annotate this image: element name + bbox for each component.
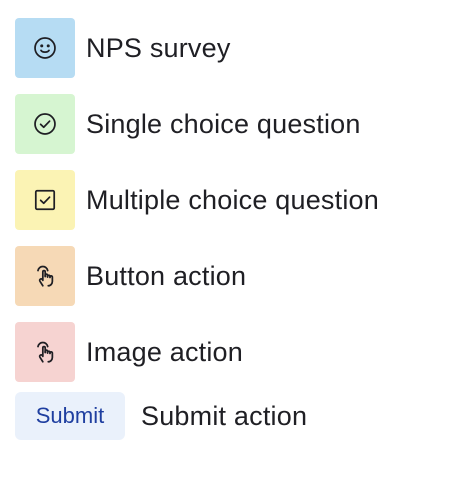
item-nps-survey[interactable]: NPS survey: [15, 18, 445, 78]
item-label: Multiple choice question: [86, 184, 379, 215]
image-action-icon-tile: [15, 322, 75, 382]
item-single-choice-question[interactable]: Single choice question: [15, 94, 445, 154]
item-label: NPS survey: [86, 32, 231, 63]
item-label: Image action: [86, 336, 243, 367]
button-action-icon-tile: [15, 246, 75, 306]
check-circle-icon: [34, 113, 56, 135]
nps-icon-tile: [15, 18, 75, 78]
item-multiple-choice-question[interactable]: Multiple choice question: [15, 170, 445, 230]
submit-button-label: Submit: [35, 403, 105, 428]
smiley-icon: [34, 37, 56, 59]
multiple-choice-icon-tile: [15, 170, 75, 230]
submit-button[interactable]: Submit: [15, 392, 125, 440]
hand-pointer-icon: [37, 341, 54, 363]
item-submit-action[interactable]: Submit Submit action: [15, 392, 445, 440]
action-type-list: NPS survey Single choice question Multip…: [15, 18, 445, 456]
item-label: Single choice question: [86, 108, 361, 139]
item-button-action[interactable]: Button action: [15, 246, 445, 306]
item-image-action[interactable]: Image action: [15, 322, 445, 382]
hand-pointer-icon: [37, 265, 54, 287]
single-choice-icon-tile: [15, 94, 75, 154]
checkbox-icon: [34, 189, 56, 211]
item-label: Submit action: [141, 400, 308, 431]
item-label: Button action: [86, 260, 247, 291]
